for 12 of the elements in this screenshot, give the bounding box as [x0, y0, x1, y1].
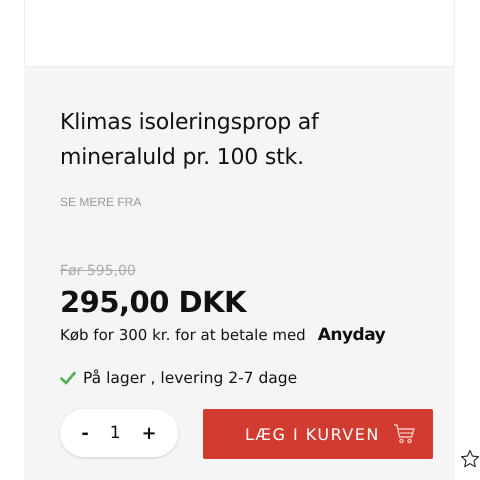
financing-text: Køb for 300 kr. for at betale med — [60, 326, 306, 344]
increase-button[interactable]: + — [135, 422, 163, 444]
stock-status: På lager , levering 2-7 dage — [83, 369, 298, 387]
add-to-cart-button[interactable]: LÆG I KURVEN — [203, 409, 433, 459]
price: 295,00 DKK — [60, 285, 246, 319]
quantity-value[interactable]: 1 — [110, 423, 121, 443]
cart-icon — [393, 423, 415, 445]
product-title: Klimas isoleringsprop af mineraluld pr. 100 stk. — [60, 109, 320, 172]
star-icon[interactable] — [460, 449, 480, 469]
anyday-logo: Anyday — [318, 325, 386, 345]
old-price: Før 595,00 — [60, 263, 136, 279]
decrease-button[interactable]: - — [75, 422, 95, 444]
